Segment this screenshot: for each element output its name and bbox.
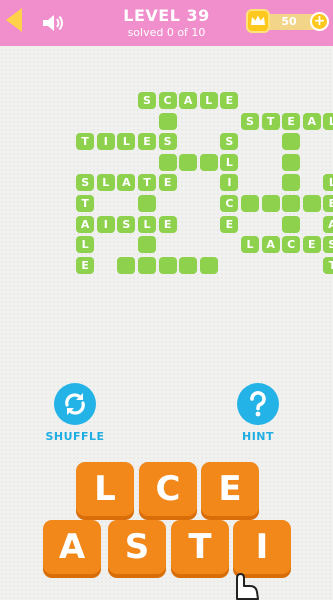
empty-cell xyxy=(302,195,321,212)
empty-cell xyxy=(282,174,301,192)
empty-cell xyxy=(138,256,156,274)
letter-tile[interactable]: T xyxy=(171,520,229,574)
letter-tile[interactable]: C xyxy=(139,462,197,516)
empty-cell xyxy=(199,153,218,171)
letter-cell: L xyxy=(241,236,259,254)
empty-cell xyxy=(179,256,198,274)
letter-tile[interactable]: A xyxy=(43,520,101,574)
letter-cell: T xyxy=(138,174,156,192)
letter-tile[interactable]: L xyxy=(76,462,134,516)
empty-cell xyxy=(199,256,218,274)
letter-cell: A xyxy=(261,236,280,254)
shuffle-label: SHUFFLE xyxy=(45,430,105,443)
shuffle-button[interactable] xyxy=(54,383,96,425)
question-icon xyxy=(250,391,266,417)
letter-cell: L xyxy=(76,236,95,254)
letter-cell: L xyxy=(220,153,239,171)
hand-pointer-icon xyxy=(236,573,259,600)
letter-cell: L xyxy=(323,112,333,130)
letter-cell: I xyxy=(220,174,239,192)
letter-cell: E xyxy=(138,133,156,151)
letter-cell: T xyxy=(76,195,95,212)
letter-cell: L xyxy=(199,92,218,109)
empty-cell xyxy=(117,256,136,274)
empty-cell xyxy=(282,215,301,233)
empty-cell xyxy=(282,153,301,171)
letter-cell: C xyxy=(282,236,301,254)
hint-label: HINT xyxy=(241,430,274,443)
letter-tile[interactable]: E xyxy=(201,462,259,516)
letter-cell: I xyxy=(96,215,115,233)
letter-cell: A xyxy=(117,174,136,192)
letter-cell: L xyxy=(138,215,156,233)
letter-tile[interactable]: I xyxy=(233,520,291,574)
empty-cell xyxy=(158,256,177,274)
letter-cell: C xyxy=(220,195,239,212)
letter-cell: S xyxy=(138,92,156,109)
hint-button[interactable] xyxy=(237,383,279,425)
letter-cell: E xyxy=(158,215,177,233)
letter-cell: E xyxy=(282,112,301,130)
letter-cell: E xyxy=(302,236,321,254)
letter-cell: E xyxy=(220,92,239,109)
letter-cell: A xyxy=(179,92,198,109)
letter-cell: L xyxy=(96,174,115,192)
empty-cell xyxy=(261,195,280,212)
empty-cell xyxy=(158,153,177,171)
empty-cell xyxy=(138,236,156,254)
letter-cell: S xyxy=(158,133,177,151)
letter-cell: T xyxy=(323,256,333,274)
letter-cell: S xyxy=(323,236,333,254)
letter-cell: A xyxy=(302,112,321,130)
empty-cell xyxy=(138,195,156,212)
empty-cell xyxy=(241,195,259,212)
letter-cell: I xyxy=(96,133,115,151)
empty-cell xyxy=(282,133,301,151)
letter-cell: T xyxy=(261,112,280,130)
letter-cell: E xyxy=(76,256,95,274)
letter-cell: S xyxy=(220,133,239,151)
letter-tile[interactable]: S xyxy=(108,520,166,574)
letter-cell: A xyxy=(323,215,333,233)
letter-cell: S xyxy=(117,215,136,233)
empty-cell xyxy=(282,195,301,212)
letter-cell: C xyxy=(158,92,177,109)
empty-cell xyxy=(179,153,198,171)
crossword-board: SCALESTEALTILESSLSLATEILTCEAISLEEALLACES… xyxy=(0,0,333,300)
shuffle-icon xyxy=(65,393,85,415)
letter-cell: E xyxy=(323,195,333,212)
letter-cell: A xyxy=(76,215,95,233)
letter-cell: E xyxy=(158,174,177,192)
letter-cell: L xyxy=(323,174,333,192)
letter-cell: S xyxy=(241,112,259,130)
empty-cell xyxy=(158,112,177,130)
letter-cell: E xyxy=(220,215,239,233)
letter-cell: S xyxy=(76,174,95,192)
letter-cell: L xyxy=(117,133,136,151)
letter-cell: T xyxy=(76,133,95,151)
